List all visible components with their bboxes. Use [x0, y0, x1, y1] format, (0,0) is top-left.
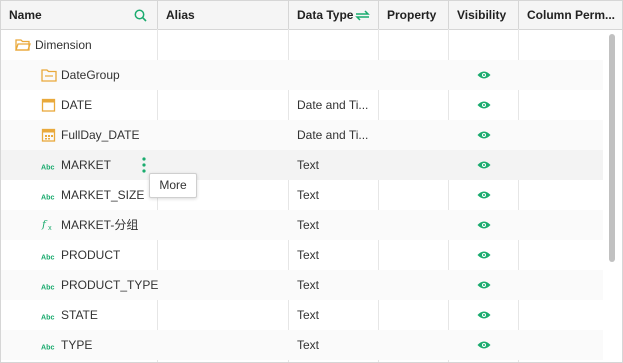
tree-row[interactable]: f x MARKET-分组 Text: [1, 210, 603, 240]
more-tooltip: More: [149, 173, 197, 198]
search-icon[interactable]: [134, 9, 147, 22]
field-data-type: Date and Ti...: [297, 98, 369, 112]
property-column-header[interactable]: Property: [379, 1, 448, 29]
field-data-type: Text: [297, 188, 320, 202]
folder-open-icon: [15, 39, 31, 51]
field-name: FullDay_DATE: [61, 128, 140, 142]
eye-icon[interactable]: [477, 70, 491, 80]
eye-icon[interactable]: [477, 160, 491, 170]
svg-text:Abc: Abc: [41, 254, 54, 262]
field-name: MARKET: [61, 158, 112, 172]
folder-icon: [41, 69, 57, 82]
data-type-column-label: Data Type: [297, 8, 354, 22]
eye-icon[interactable]: [477, 310, 491, 320]
calendar-icon: [41, 98, 56, 112]
eye-icon[interactable]: [477, 340, 491, 350]
tooltip-label: More: [159, 178, 187, 192]
svg-text:Abc: Abc: [41, 284, 54, 292]
svg-text:Abc: Abc: [41, 314, 54, 322]
visibility-column-label: Visibility: [457, 8, 507, 22]
field-data-type: Text: [297, 278, 320, 292]
text-abc-icon: Abc: [41, 314, 54, 322]
column-permission-header[interactable]: Column Perm...: [519, 1, 622, 29]
dimension-label: Dimension: [35, 38, 92, 52]
svg-text:Abc: Abc: [41, 164, 54, 172]
field-name: DateGroup: [61, 68, 120, 82]
field-name: PRODUCT_TYPE: [61, 278, 159, 292]
more-vertical-icon[interactable]: [141, 157, 147, 173]
field-name: PRODUCT: [61, 248, 121, 262]
column-permission-label: Column Perm...: [527, 8, 616, 22]
field-data-type: Text: [297, 158, 320, 172]
field-data-type: Date and Ti...: [297, 128, 369, 142]
tree-row[interactable]: Abc STATE Text: [1, 300, 603, 330]
visibility-column-header[interactable]: Visibility: [449, 1, 518, 29]
text-abc-icon: Abc: [41, 284, 54, 292]
property-column-label: Property: [387, 8, 437, 22]
field-name: TYPE: [61, 338, 93, 352]
tree-row[interactable]: DATE Date and Ti...: [1, 90, 603, 120]
tree-row[interactable]: FullDay_DATE Date and Ti...: [1, 120, 603, 150]
tree-row-dimension[interactable]: Dimension: [1, 30, 603, 60]
field-data-type: Text: [297, 338, 320, 352]
swap-arrows-icon[interactable]: [355, 10, 370, 21]
formula-fx-icon: f x: [41, 219, 52, 232]
text-abc-icon: Abc: [41, 164, 54, 172]
field-name: DATE: [61, 98, 93, 112]
svg-text:Abc: Abc: [41, 344, 54, 352]
alias-column-label: Alias: [166, 8, 195, 22]
tree-row[interactable]: Abc PRODUCT_TYPE Text: [1, 270, 603, 300]
svg-text:Abc: Abc: [41, 194, 54, 202]
vertical-scrollbar[interactable]: [604, 30, 622, 362]
field-data-type: Text: [297, 218, 320, 232]
grid-header: Name Alias Data Type Property Visibility…: [1, 1, 622, 30]
eye-icon[interactable]: [477, 280, 491, 290]
eye-icon[interactable]: [477, 220, 491, 230]
scrollbar-thumb[interactable]: [609, 34, 615, 262]
svg-text:f: f: [41, 219, 48, 231]
field-grid: Name Alias Data Type Property Visibility…: [0, 0, 623, 363]
field-name: MARKET-分组: [61, 218, 139, 232]
alias-column-header[interactable]: Alias: [158, 1, 288, 29]
text-abc-icon: Abc: [41, 254, 54, 262]
tree-row[interactable]: Abc PRODUCT Text: [1, 240, 603, 270]
calendar-grid-icon: [41, 128, 56, 142]
tree-row[interactable]: Abc MARKET_SIZE Text: [1, 180, 603, 210]
eye-icon[interactable]: [477, 250, 491, 260]
eye-icon[interactable]: [477, 190, 491, 200]
text-abc-icon: Abc: [41, 344, 54, 352]
field-name: MARKET_SIZE: [61, 188, 145, 202]
tree-row[interactable]: Abc TYPE Text: [1, 330, 603, 360]
field-name: STATE: [61, 308, 98, 322]
field-data-type: Text: [297, 248, 320, 262]
eye-icon[interactable]: [477, 130, 491, 140]
text-abc-icon: Abc: [41, 194, 54, 202]
name-column-label: Name: [9, 8, 42, 22]
eye-icon[interactable]: [477, 100, 491, 110]
svg-text:x: x: [48, 225, 52, 231]
field-data-type: Text: [297, 308, 320, 322]
tree-row[interactable]: DateGroup: [1, 60, 603, 90]
tree-row[interactable]: Abc MARKET Text: [1, 150, 603, 180]
